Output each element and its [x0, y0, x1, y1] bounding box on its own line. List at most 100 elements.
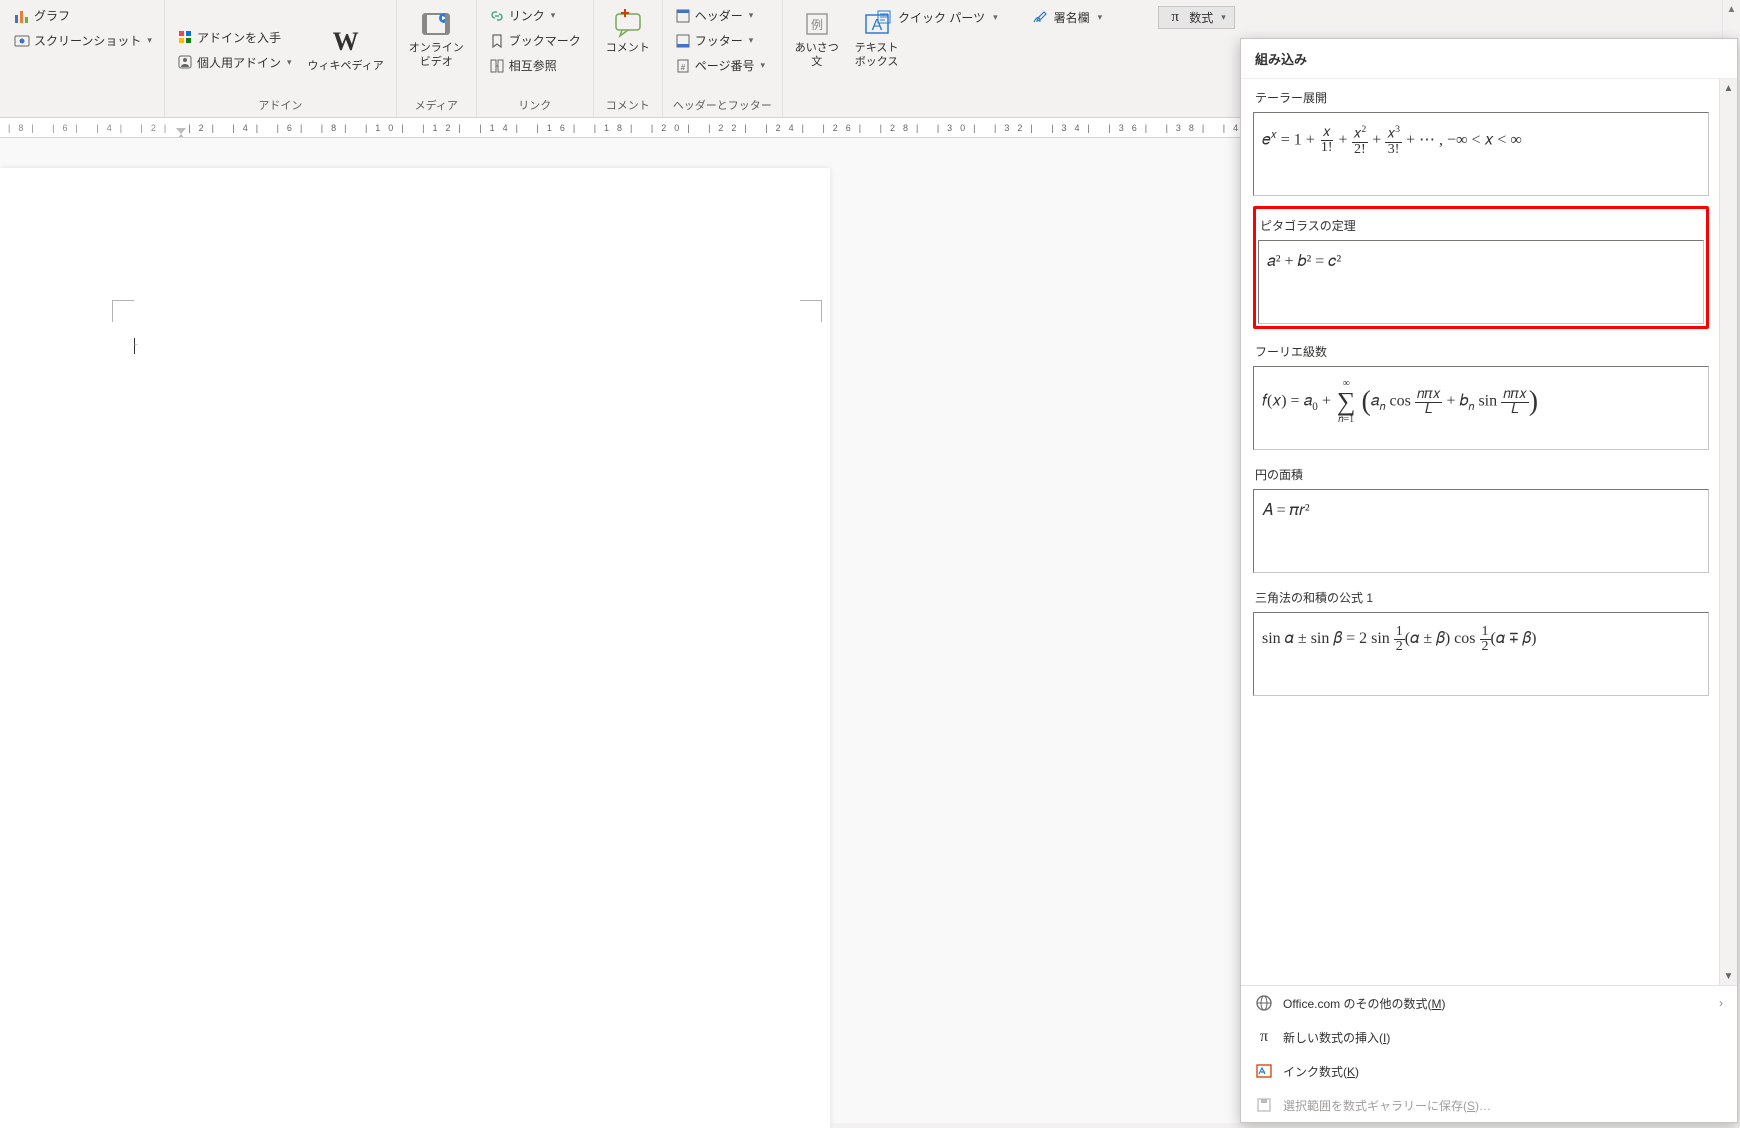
ribbon-top-right: クイック パーツ ▾ 署名欄 ▾ π 数式 ▾	[868, 2, 1716, 32]
comment-group-label: コメント	[600, 95, 656, 115]
store-icon	[177, 29, 193, 45]
signature-button[interactable]: 署名欄 ▾	[1024, 7, 1111, 28]
gallery-item-trig-1[interactable]: 三角法の和積の公式 1 sin 𝛼 ± sin 𝛽 = 2 sin 12(𝛼 ±…	[1253, 583, 1709, 696]
gallery-inner: テーラー展開 𝑒𝑥 = 1 + 𝑥1! + 𝑥22! + 𝑥33! + ⋯ , …	[1241, 79, 1717, 985]
graph-button[interactable]: グラフ	[8, 4, 158, 27]
header-label: ヘッダー	[695, 7, 743, 24]
gallery-item-title: テーラー展開	[1253, 83, 1709, 112]
comment-icon	[612, 8, 644, 40]
my-addins-label: 個人用アドイン	[197, 54, 281, 71]
gallery-item-circle-area[interactable]: 円の面積 𝐴 = 𝜋𝑟²	[1253, 460, 1709, 573]
screenshot-button[interactable]: スクリーンショット ▾	[8, 29, 158, 52]
ink-equation[interactable]: インク数式(K)	[1241, 1054, 1737, 1088]
ribbon-group-illustrations-partial: グラフ スクリーンショット ▾	[2, 0, 165, 117]
gallery-item-fourier[interactable]: フーリエ級数 𝑓(𝑥) = 𝑎0 + ∞∑𝑛=1 (𝑎𝑛 cos 𝑛𝜋𝑥𝐿 + …	[1253, 337, 1709, 450]
textbox-label: テキスト ボックス	[855, 42, 899, 70]
ribbon-group-comment: コメント コメント	[594, 0, 663, 117]
chevron-right-icon: ›	[1719, 996, 1723, 1010]
greeting-icon: 例	[801, 8, 833, 40]
scroll-up-icon[interactable]: ▲	[1722, 81, 1736, 95]
gallery-item-formula: 𝑎² + 𝑏² = 𝑐²	[1258, 240, 1704, 324]
ruler-ticks-left: |8| |6| |4| |2|	[8, 123, 174, 133]
document-page[interactable]	[0, 168, 830, 1128]
margin-corner-tr	[800, 300, 822, 322]
get-addins-button[interactable]: アドインを入手	[171, 26, 298, 49]
hf-group-label: ヘッダーとフッター	[669, 95, 776, 115]
gallery-item-formula: 𝑓(𝑥) = 𝑎0 + ∞∑𝑛=1 (𝑎𝑛 cos 𝑛𝜋𝑥𝐿 + 𝑏𝑛 sin …	[1253, 366, 1709, 450]
pi-icon: π	[1255, 1028, 1273, 1046]
gallery-footer: Office.com のその他の数式(M) › π 新しい数式の挿入(I) イン…	[1241, 985, 1737, 1122]
text-cursor	[134, 338, 135, 354]
footer-button[interactable]: フッター ▾	[669, 29, 771, 52]
gallery-item-formula: 𝑒𝑥 = 1 + 𝑥1! + 𝑥22! + 𝑥33! + ⋯ , −∞ < 𝑥 …	[1253, 112, 1709, 196]
quick-parts-button[interactable]: クイック パーツ ▾	[868, 7, 1006, 28]
chevron-down-icon: ▾	[749, 10, 754, 21]
equation-gallery-dropdown: 組み込み テーラー展開 𝑒𝑥 = 1 + 𝑥1! + 𝑥22! + 𝑥33! +…	[1240, 38, 1738, 1123]
ruler-ticks-right: |2| |4| |6| |8| |10| |12| |14| |16| |18|…	[188, 123, 1384, 133]
quick-parts-label: クイック パーツ	[898, 9, 985, 26]
group-label-blank	[8, 99, 158, 115]
my-addins-button[interactable]: 個人用アドイン ▾	[171, 51, 298, 74]
screenshot-icon	[14, 33, 30, 49]
chevron-down-icon: ▾	[147, 35, 152, 46]
link-button[interactable]: リンク ▾	[483, 4, 587, 27]
link-icon	[489, 8, 505, 24]
chart-icon	[14, 8, 30, 24]
media-group-label: メディア	[403, 95, 470, 115]
save-icon	[1255, 1096, 1273, 1114]
pi-icon: π	[1167, 9, 1183, 25]
page-number-icon: #	[675, 58, 691, 74]
page-number-label: ページ番号	[695, 57, 755, 74]
chevron-down-icon: ▾	[761, 60, 766, 71]
wikipedia-icon: W	[330, 26, 362, 58]
ink-equation-icon	[1255, 1062, 1273, 1080]
chevron-down-icon: ▾	[1221, 12, 1226, 23]
svg-text:#: #	[681, 63, 686, 72]
insert-new-equation[interactable]: π 新しい数式の挿入(I)	[1241, 1020, 1737, 1054]
get-addins-label: アドインを入手	[197, 29, 281, 46]
gallery-title: 組み込み	[1241, 39, 1737, 79]
screenshot-label: スクリーンショット	[34, 32, 141, 49]
comment-button[interactable]: コメント	[600, 4, 656, 60]
equation-label: 数式	[1189, 9, 1213, 26]
gallery-item-taylor[interactable]: テーラー展開 𝑒𝑥 = 1 + 𝑥1! + 𝑥22! + 𝑥33! + ⋯ , …	[1253, 83, 1709, 196]
gallery-item-title: ピタゴラスの定理	[1258, 211, 1704, 240]
equation-button[interactable]: π 数式 ▾	[1158, 6, 1235, 29]
bookmark-icon	[489, 33, 505, 49]
greeting-button[interactable]: 例 あいさつ 文	[789, 4, 845, 74]
personal-addins-icon	[177, 54, 193, 70]
links-group-label: リンク	[483, 95, 587, 115]
chevron-down-icon: ▾	[1098, 12, 1103, 23]
graph-label: グラフ	[34, 7, 70, 24]
globe-icon	[1255, 994, 1273, 1012]
scroll-up-icon[interactable]: ▲	[1725, 2, 1739, 17]
signature-label: 署名欄	[1054, 9, 1090, 26]
chevron-down-icon: ▾	[993, 12, 998, 23]
header-icon	[675, 8, 691, 24]
gallery-item-title: 三角法の和積の公式 1	[1253, 583, 1709, 612]
link-label: リンク	[509, 7, 545, 24]
online-video-button[interactable]: オンライン ビデオ	[403, 4, 470, 74]
scroll-down-icon[interactable]: ▼	[1722, 969, 1736, 983]
wikipedia-button[interactable]: W ウィキペディア	[301, 22, 389, 78]
footer-label: フッター	[695, 32, 743, 49]
header-button[interactable]: ヘッダー ▾	[669, 4, 771, 27]
gallery-scroll: テーラー展開 𝑒𝑥 = 1 + 𝑥1! + 𝑥22! + 𝑥33! + ⋯ , …	[1241, 79, 1737, 985]
video-icon	[420, 8, 452, 40]
bookmark-label: ブックマーク	[509, 32, 581, 49]
ribbon-group-media: オンライン ビデオ メディア	[397, 0, 477, 117]
ribbon-group-links: リンク ▾ ブックマーク 相互参照 リンク	[477, 0, 594, 117]
ribbon-group-header-footer: ヘッダー ▾ フッター ▾ # ページ番号 ▾	[663, 0, 783, 117]
gallery-scrollbar[interactable]: ▲ ▼	[1719, 79, 1737, 985]
crossref-button[interactable]: 相互参照	[483, 54, 587, 77]
page-number-button[interactable]: # ページ番号 ▾	[669, 54, 771, 77]
bookmark-button[interactable]: ブックマーク	[483, 29, 587, 52]
gallery-item-pythagoras[interactable]: ピタゴラスの定理 𝑎² + 𝑏² = 𝑐²	[1253, 206, 1709, 329]
chevron-down-icon: ▾	[749, 35, 754, 46]
save-to-gallery: 選択範囲を数式ギャラリーに保存(S)…	[1241, 1088, 1737, 1122]
office-more-equations[interactable]: Office.com のその他の数式(M) ›	[1241, 986, 1737, 1020]
chevron-down-icon: ▾	[551, 10, 556, 21]
signature-icon	[1032, 9, 1048, 25]
quick-parts-icon	[876, 9, 892, 25]
ribbon-group-addins: アドインを入手 個人用アドイン ▾ W ウィキペディア アドイン	[165, 0, 397, 117]
